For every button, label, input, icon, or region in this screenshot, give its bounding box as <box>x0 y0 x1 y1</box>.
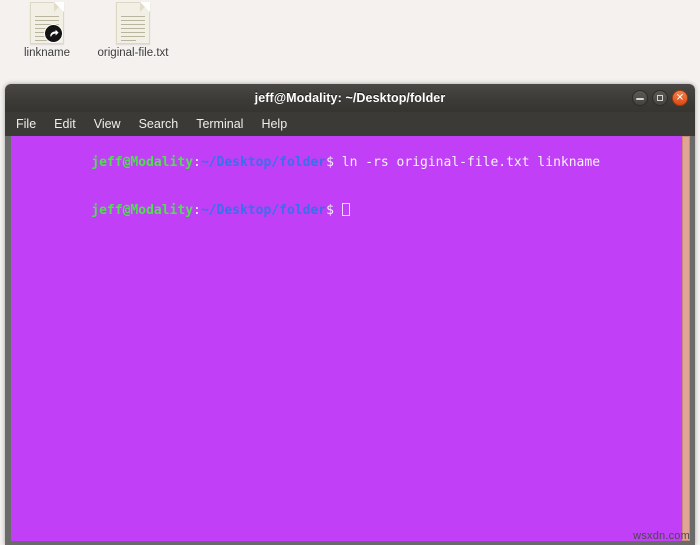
menu-item-search[interactable]: Search <box>137 116 181 132</box>
desktop-icon-label: linkname <box>23 47 71 59</box>
close-icon: ✕ <box>675 92 685 104</box>
symlink-document-icon <box>30 2 64 44</box>
menu-item-help[interactable]: Help <box>259 116 289 132</box>
window-controls: ✕ <box>632 90 688 106</box>
maximize-button[interactable] <box>652 90 668 106</box>
prompt-user-host: jeff@Modality <box>91 155 194 170</box>
prompt-user-host: jeff@Modality <box>91 203 194 218</box>
desktop-background[interactable]: linkname original-file.txt <box>0 0 700 90</box>
prompt-path: ~/Desktop/folder <box>200 155 327 170</box>
window-title: jeff@Modality: ~/Desktop/folder <box>254 91 446 105</box>
prompt-colon: : <box>193 155 201 170</box>
screenshot-root: linkname original-file.txt jeff@Modality… <box>0 0 700 545</box>
desktop-icon-linkname[interactable]: linkname <box>4 2 90 60</box>
document-corner-cut <box>54 2 64 12</box>
terminal-scrollbar[interactable] <box>682 136 690 541</box>
link-arrow-emblem-icon <box>44 24 63 43</box>
terminal-titlebar[interactable]: jeff@Modality: ~/Desktop/folder ✕ <box>5 84 695 112</box>
text-document-icon <box>116 2 150 44</box>
terminal-cursor <box>341 203 350 216</box>
terminal-body: jeff@Modality:~/Desktop/folder$ ln -rs o… <box>5 136 695 545</box>
prompt-colon: : <box>193 203 201 218</box>
desktop-icon-original-file[interactable]: original-file.txt <box>90 2 176 60</box>
prompt-symbol: $ <box>326 203 334 218</box>
terminal-window[interactable]: jeff@Modality: ~/Desktop/folder ✕ File E… <box>5 84 695 545</box>
terminal-command: ln -rs original-file.txt linkname <box>341 155 601 170</box>
menu-item-file[interactable]: File <box>14 116 38 132</box>
terminal-menubar: File Edit View Search Terminal Help <box>5 112 695 136</box>
terminal-line: jeff@Modality:~/Desktop/folder$ ln -rs o… <box>13 139 680 187</box>
minimize-button[interactable] <box>632 90 648 106</box>
watermark-text: wsxdn.com <box>633 530 690 542</box>
menu-item-terminal[interactable]: Terminal <box>194 116 245 132</box>
document-text-lines <box>121 16 145 44</box>
document-corner-cut <box>140 2 150 12</box>
minimize-icon <box>636 98 644 100</box>
menu-item-edit[interactable]: Edit <box>52 116 78 132</box>
terminal-output-area[interactable]: jeff@Modality:~/Desktop/folder$ ln -rs o… <box>11 136 682 541</box>
desktop-icon-label: original-file.txt <box>97 47 169 59</box>
menu-item-view[interactable]: View <box>92 116 123 132</box>
prompt-path: ~/Desktop/folder <box>200 203 327 218</box>
scrollbar-thumb[interactable] <box>682 136 690 541</box>
maximize-icon <box>657 95 663 101</box>
close-button[interactable]: ✕ <box>672 90 688 106</box>
terminal-line: jeff@Modality:~/Desktop/folder$ <box>13 187 680 235</box>
prompt-symbol: $ <box>326 155 334 170</box>
